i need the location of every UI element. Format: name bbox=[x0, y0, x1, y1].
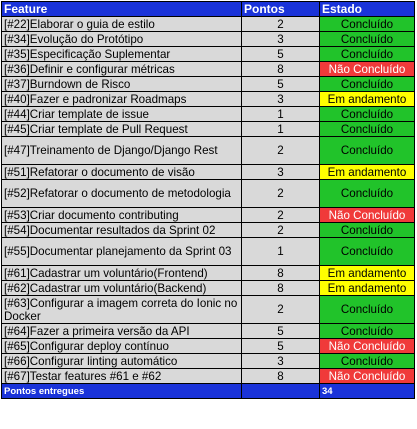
status-cell[interactable]: Concluído bbox=[319, 136, 415, 165]
table-row: [#22]Elaborar o guia de estilo 2 Concluído bbox=[1, 16, 415, 32]
feature-cell[interactable]: [#61]Cadastrar um voluntário(Frontend) bbox=[1, 265, 242, 281]
points-cell[interactable]: 5 bbox=[241, 323, 320, 339]
header-points[interactable]: Pontos bbox=[241, 1, 320, 17]
table-row: [#52]Refatorar o documento de metodologi… bbox=[1, 179, 415, 208]
points-cell[interactable]: 2 bbox=[241, 16, 320, 32]
status-cell[interactable]: Concluído bbox=[319, 237, 415, 266]
header-row: Feature Pontos Estado bbox=[1, 1, 415, 17]
status-cell[interactable]: Em andamento bbox=[319, 265, 415, 281]
feature-cell[interactable]: [#45]Criar template de Pull Request bbox=[1, 121, 242, 137]
feature-cell[interactable]: [#63]Configurar a imagem correta do Ioni… bbox=[1, 295, 242, 324]
points-cell[interactable]: 2 bbox=[241, 136, 320, 165]
feature-cell[interactable]: [#67]Testar features #61 e #62 bbox=[1, 368, 242, 384]
points-cell[interactable]: 8 bbox=[241, 61, 320, 77]
status-cell[interactable]: Em andamento bbox=[319, 280, 415, 296]
feature-cell[interactable]: [#65]Configurar deploy contínuo bbox=[1, 338, 242, 354]
feature-cell[interactable]: [#55]Documentar planejamento da Sprint 0… bbox=[1, 237, 242, 266]
spreadsheet: Feature Pontos Estado [#22]Elaborar o gu… bbox=[1, 1, 416, 428]
points-cell[interactable]: 5 bbox=[241, 76, 320, 92]
status-cell[interactable]: Concluído bbox=[319, 323, 415, 339]
table-row: [#35]Especificação Suplementar 5 Concluído bbox=[1, 46, 415, 62]
points-cell[interactable]: 3 bbox=[241, 91, 320, 107]
feature-cell[interactable]: [#22]Elaborar o guia de estilo bbox=[1, 16, 242, 32]
status-cell[interactable]: Não Concluído bbox=[319, 368, 415, 384]
table-row: [#51]Refatorar o documento de visão 3 Em a… bbox=[1, 164, 415, 180]
points-cell[interactable]: 5 bbox=[241, 338, 320, 354]
feature-cell[interactable]: [#34]Evolução do Protótipo bbox=[1, 31, 242, 47]
points-cell[interactable]: 1 bbox=[241, 237, 320, 266]
feature-cell[interactable]: [#37]Burndown de Risco bbox=[1, 76, 242, 92]
status-cell[interactable]: Concluído bbox=[319, 353, 415, 369]
status-cell[interactable]: Concluído bbox=[319, 106, 415, 122]
status-cell[interactable]: Concluído bbox=[319, 222, 415, 238]
header-feature[interactable]: Feature bbox=[1, 1, 242, 17]
table-row: [#64]Fazer a primeira versão da API 5 Conc… bbox=[1, 323, 415, 339]
total-label[interactable]: Pontos entregues bbox=[1, 383, 242, 399]
feature-cell[interactable]: [#54]Documentar resultados da Sprint 02 bbox=[1, 222, 242, 238]
status-cell[interactable]: Concluído bbox=[319, 46, 415, 62]
table-row: [#53]Criar documento contributing 2 Não Co… bbox=[1, 207, 415, 223]
feature-cell[interactable]: [#47]Treinamento de Django/Django Rest bbox=[1, 136, 242, 165]
status-cell[interactable]: Concluído bbox=[319, 179, 415, 208]
feature-cell[interactable]: [#52]Refatorar o documento de metodologi… bbox=[1, 179, 242, 208]
status-cell[interactable]: Em andamento bbox=[319, 91, 415, 107]
status-cell[interactable]: Não Concluído bbox=[319, 207, 415, 223]
feature-cell[interactable]: [#36]Definir e configurar métricas bbox=[1, 61, 242, 77]
points-cell[interactable]: 1 bbox=[241, 106, 320, 122]
points-cell[interactable]: 3 bbox=[241, 164, 320, 180]
status-cell[interactable]: Não Concluído bbox=[319, 61, 415, 77]
status-cell[interactable]: Concluído bbox=[319, 76, 415, 92]
total-row: Pontos entregues 34 bbox=[1, 383, 415, 399]
points-cell[interactable]: 1 bbox=[241, 121, 320, 137]
sprint-features-table: Feature Pontos Estado [#22]Elaborar o gu… bbox=[1, 1, 415, 399]
status-cell[interactable]: Concluído bbox=[319, 121, 415, 137]
points-cell[interactable]: 8 bbox=[241, 280, 320, 296]
table-row: [#44]Criar template de issue 1 Concluído bbox=[1, 106, 415, 122]
table-body: [#22]Elaborar o guia de estilo 2 Concluído… bbox=[1, 16, 415, 384]
table-row: [#67]Testar features #61 e #62 8 Não Concl… bbox=[1, 368, 415, 384]
table-row: [#47]Treinamento de Django/Django Rest 2 C… bbox=[1, 136, 415, 165]
table-row: [#54]Documentar resultados da Sprint 02 2… bbox=[1, 222, 415, 238]
status-cell[interactable]: Em andamento bbox=[319, 164, 415, 180]
table-row: [#37]Burndown de Risco 5 Concluído bbox=[1, 76, 415, 92]
table-row: [#45]Criar template de Pull Request 1 Conc… bbox=[1, 121, 415, 137]
table-row: [#34]Evolução do Protótipo 3 Concluído bbox=[1, 31, 415, 47]
status-cell[interactable]: Concluído bbox=[319, 31, 415, 47]
table-row: [#61]Cadastrar um voluntário(Frontend) 8 E… bbox=[1, 265, 415, 281]
points-cell[interactable]: 8 bbox=[241, 368, 320, 384]
feature-cell[interactable]: [#40]Fazer e padronizar Roadmaps bbox=[1, 91, 242, 107]
table-row: [#65]Configurar deploy contínuo 5 Não Conc… bbox=[1, 338, 415, 354]
status-cell[interactable]: Concluído bbox=[319, 16, 415, 32]
status-cell[interactable]: Concluído bbox=[319, 295, 415, 324]
feature-cell[interactable]: [#44]Criar template de issue bbox=[1, 106, 242, 122]
table-row: [#62]Cadastrar um voluntário(Backend) 8 Em… bbox=[1, 280, 415, 296]
table-row: [#36]Definir e configurar métricas 8 Não C… bbox=[1, 61, 415, 77]
table-row: [#55]Documentar planejamento da Sprint 0… bbox=[1, 237, 415, 266]
points-cell[interactable]: 5 bbox=[241, 46, 320, 62]
points-cell[interactable]: 3 bbox=[241, 353, 320, 369]
feature-cell[interactable]: [#62]Cadastrar um voluntário(Backend) bbox=[1, 280, 242, 296]
total-empty-cell[interactable] bbox=[241, 383, 320, 399]
points-cell[interactable]: 2 bbox=[241, 207, 320, 223]
points-cell[interactable]: 3 bbox=[241, 31, 320, 47]
feature-cell[interactable]: [#53]Criar documento contributing bbox=[1, 207, 242, 223]
table-row: [#66]Configurar linting automático 3 Concl… bbox=[1, 353, 415, 369]
feature-cell[interactable]: [#66]Configurar linting automático bbox=[1, 353, 242, 369]
table-row: [#40]Fazer e padronizar Roadmaps 3 Em anda… bbox=[1, 91, 415, 107]
points-cell[interactable]: 2 bbox=[241, 179, 320, 208]
status-cell[interactable]: Não Concluído bbox=[319, 338, 415, 354]
feature-cell[interactable]: [#35]Especificação Suplementar bbox=[1, 46, 242, 62]
feature-cell[interactable]: [#64]Fazer a primeira versão da API bbox=[1, 323, 242, 339]
points-cell[interactable]: 2 bbox=[241, 222, 320, 238]
points-cell[interactable]: 2 bbox=[241, 295, 320, 324]
points-cell[interactable]: 8 bbox=[241, 265, 320, 281]
table-row: [#63]Configurar a imagem correta do Ioni… bbox=[1, 295, 415, 324]
header-status[interactable]: Estado bbox=[319, 1, 415, 17]
feature-cell[interactable]: [#51]Refatorar o documento de visão bbox=[1, 164, 242, 180]
total-value[interactable]: 34 bbox=[319, 383, 415, 399]
